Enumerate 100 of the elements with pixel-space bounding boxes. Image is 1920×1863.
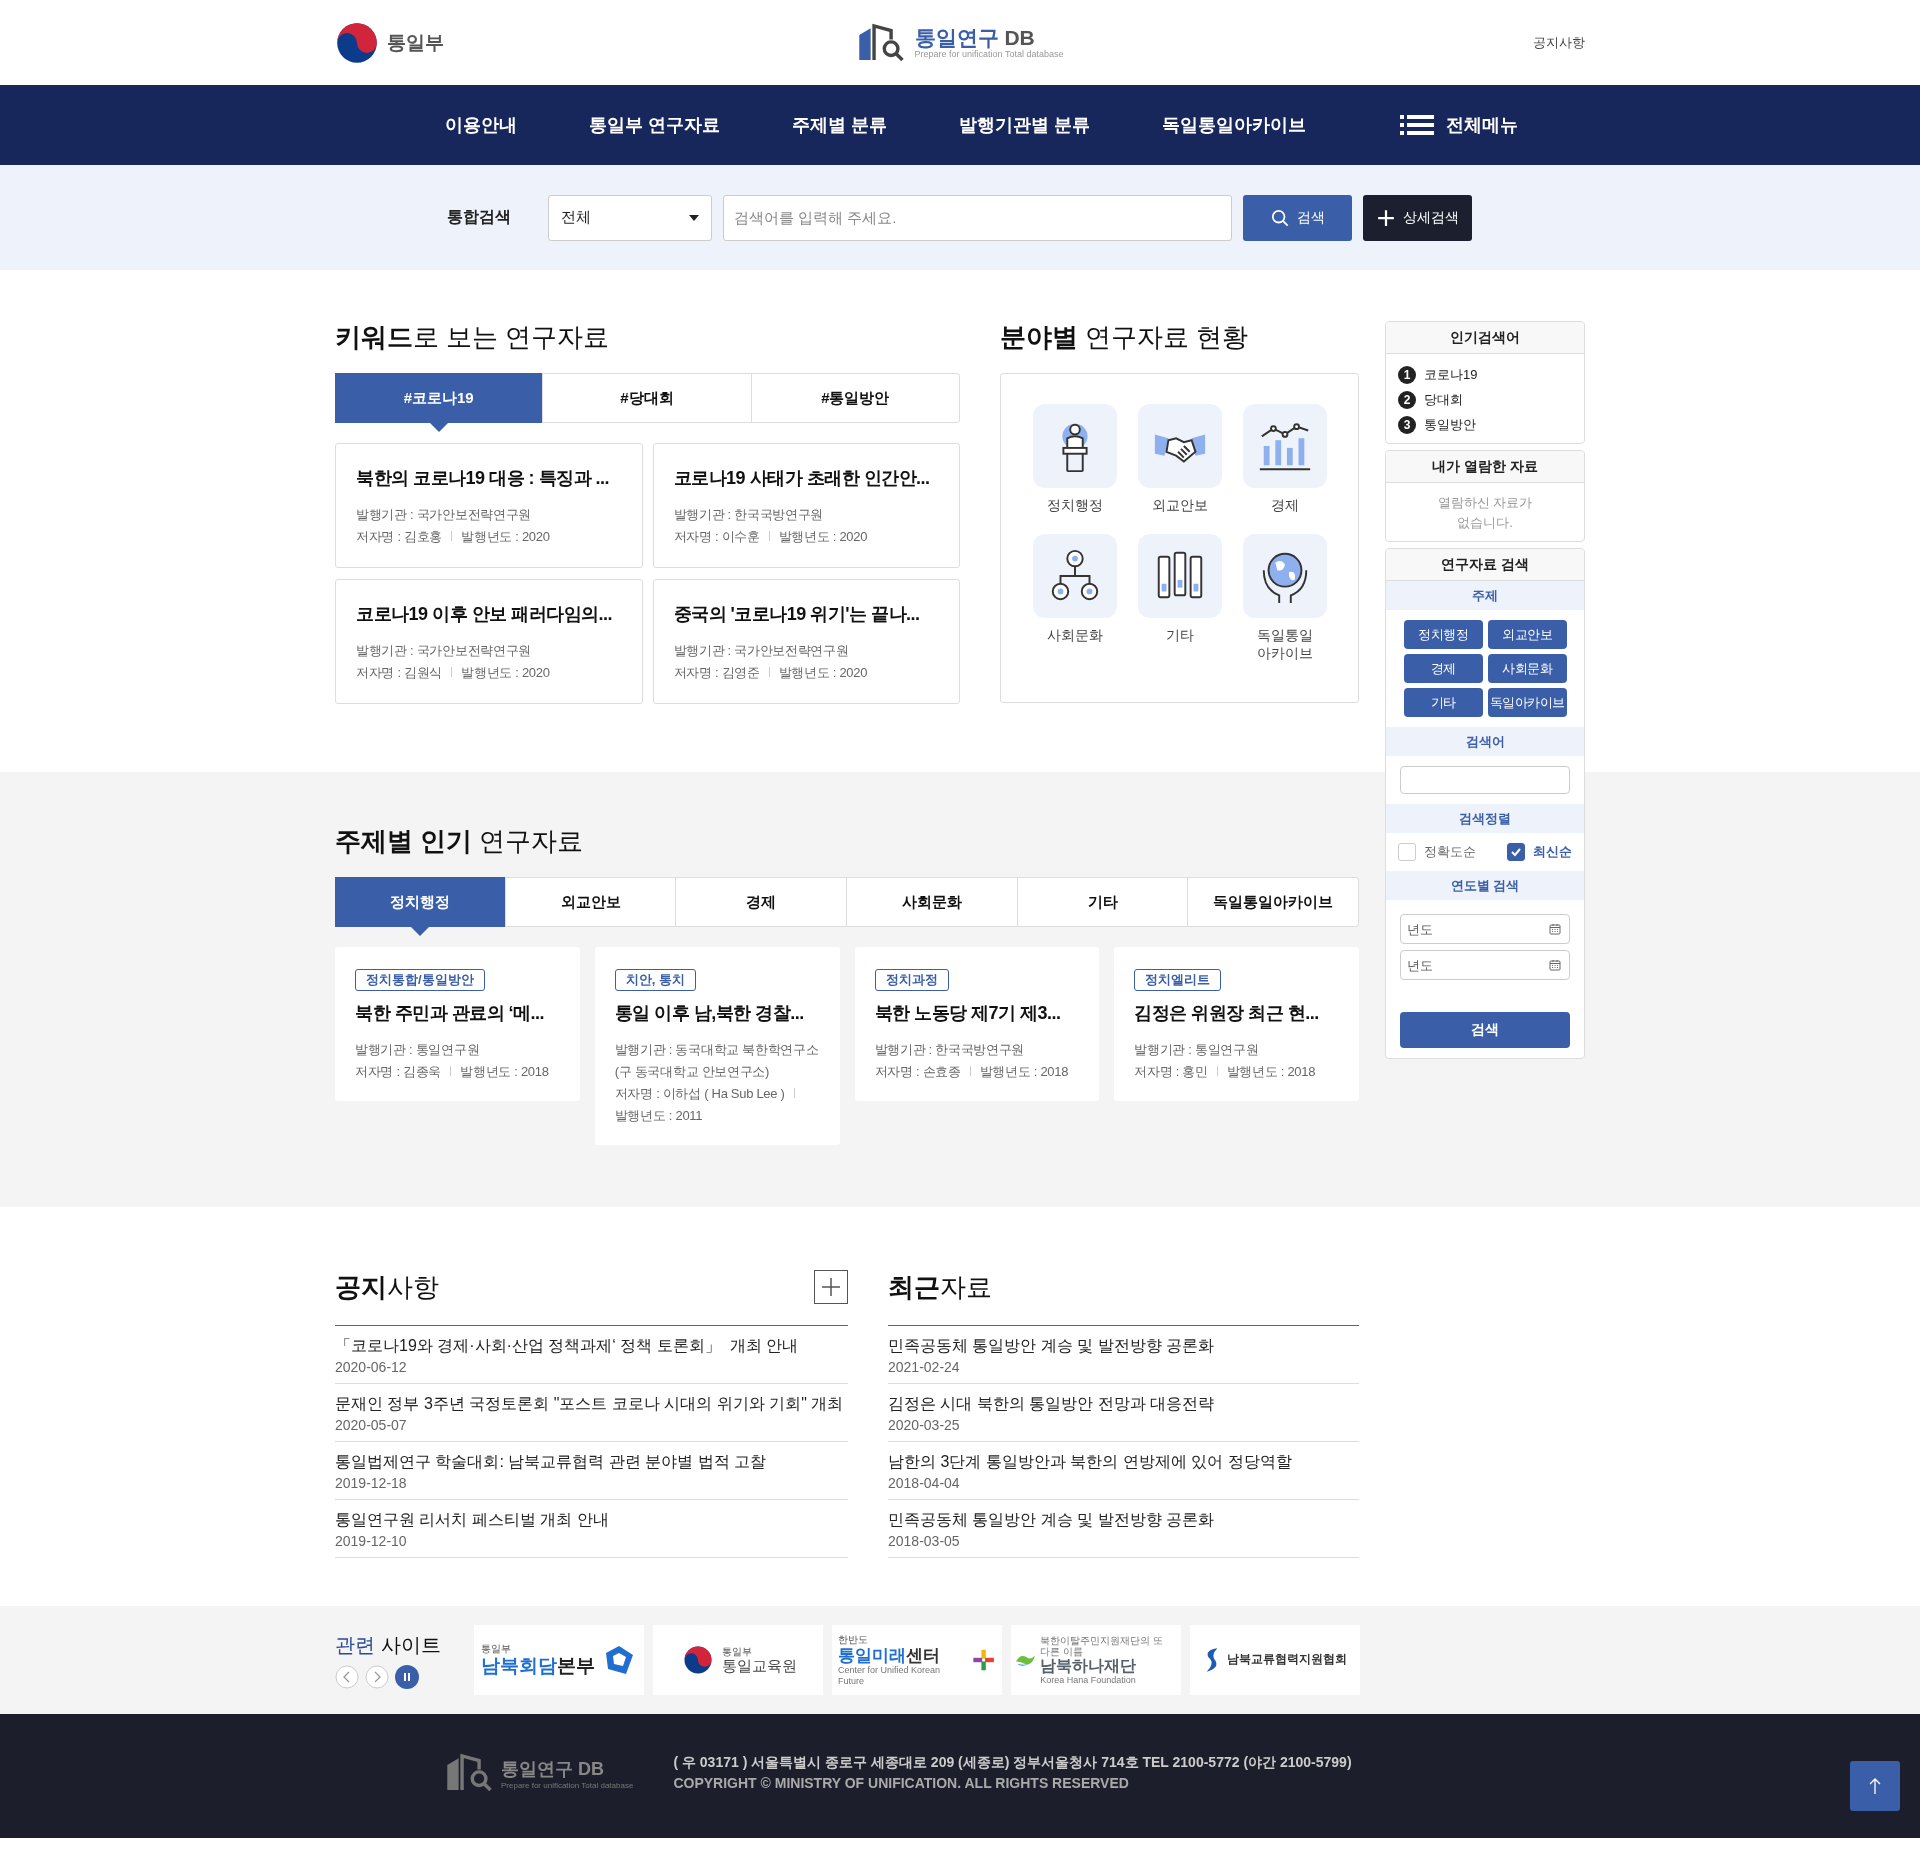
topic-tab[interactable]: 외교안보 bbox=[504, 878, 676, 926]
plus-icon[interactable] bbox=[814, 1270, 848, 1304]
research-card[interactable]: 코로나19 이후 안보 패러다임의... 발행기관 : 국가안보전략연구원 저자명 : 김원식 발행년도 : 2020 bbox=[335, 579, 643, 704]
field-label[interactable]: 기타 bbox=[1144, 626, 1215, 644]
site-caption: 통일부 bbox=[481, 1643, 512, 1655]
site-caption: Korea Hana Foundation bbox=[1040, 1675, 1137, 1686]
advanced-search-button[interactable]: 상세검색 bbox=[1363, 194, 1472, 241]
keyword-link[interactable]: 통일방안 bbox=[1424, 415, 1476, 434]
search-field[interactable]: 검색어를 입력해 주세요. bbox=[723, 194, 1232, 241]
field-label[interactable]: 독일통일 아카이브 bbox=[1249, 626, 1320, 662]
related-site-banner[interactable]: 통일부 남북회담본부 bbox=[474, 1625, 644, 1695]
topic-button[interactable]: 사회문화 bbox=[1487, 654, 1567, 683]
notice-date: 2020-05-07 bbox=[335, 1417, 408, 1433]
site-title: 통일연구 DB bbox=[501, 1757, 605, 1781]
keyword-link[interactable]: 당대회 bbox=[1424, 390, 1463, 409]
sort-label[interactable]: 최신순 bbox=[1533, 843, 1572, 861]
panel-title: 연구자료 검색 bbox=[1386, 549, 1584, 581]
notice-title[interactable]: 통일법제연구 학술대회: 남북교류협력 관련 분야별 법적 고찰 bbox=[335, 1452, 848, 1473]
topic-tab[interactable]: 사회문화 bbox=[846, 878, 1017, 926]
pause-icon[interactable] bbox=[395, 1664, 419, 1689]
topic-tab[interactable]: 독일통일아카이브 bbox=[1187, 878, 1359, 926]
rank-number: 2 bbox=[1398, 390, 1416, 409]
search-icon bbox=[1270, 208, 1289, 227]
nav-item[interactable]: 독일통일아카이브 bbox=[1162, 113, 1307, 137]
author-text: 저자명 : 이하섭 ( Ha Sub Lee ) bbox=[614, 1086, 785, 1101]
emblem-icon bbox=[335, 20, 379, 65]
document-title[interactable]: 민족공동체 통일방안 계승 및 발전방향 공론화 bbox=[888, 1336, 1359, 1357]
all-menu-link[interactable]: 전체메뉴 bbox=[1446, 113, 1519, 137]
ministry-name[interactable]: 통일부 bbox=[387, 29, 444, 56]
research-card[interactable]: 정치과정 북한 노동당 제7기 제3... 발행기관 : 한국국방연구원 저자명 : 손효종 발행년도 : 2018 bbox=[854, 947, 1100, 1101]
scope-dropdown[interactable]: 전체 bbox=[548, 194, 712, 241]
pointer-icon bbox=[410, 927, 429, 936]
research-card[interactable]: 정치엘리트 김정은 위원장 최근 현... 발행기관 : 통일연구원 저자명 : 홍민 발행년도 : 2018 bbox=[1114, 947, 1359, 1101]
keyword-link[interactable]: 코로나19 bbox=[1424, 365, 1478, 384]
nav-item[interactable]: 발행기관별 분류 bbox=[959, 113, 1091, 137]
topic-button[interactable]: 외교안보 bbox=[1487, 620, 1567, 649]
topic-tab[interactable]: 경제 bbox=[675, 878, 846, 926]
category-tag: 정치통합/통일방안 bbox=[355, 969, 485, 991]
document-title[interactable]: 민족공동체 통일방안 계승 및 발전방향 공론화 bbox=[888, 1510, 1359, 1531]
sort-label[interactable]: 정확도순 bbox=[1424, 843, 1476, 861]
related-site-banner[interactable]: 북한이탈주민지원재단의 또 다른 이름 남북하나재단 Korea Hana Foundation bbox=[1011, 1625, 1181, 1695]
panel-title: 내가 열람한 자료 bbox=[1386, 451, 1584, 483]
document-date: 2018-03-05 bbox=[888, 1533, 961, 1549]
nav-item[interactable]: 이용안내 bbox=[445, 113, 517, 137]
card-title: 코로나19 사태가 초래한 인간안... bbox=[673, 467, 931, 490]
site-title[interactable]: 통일연구 DB bbox=[914, 25, 1064, 50]
research-card[interactable]: 중국의 '코로나19 위기'는 끝나... 발행기관 : 국가안보전략연구원 저자명 : 김영준 발행년도 : 2020 bbox=[652, 579, 960, 704]
related-site-banner[interactable]: 통일부 통일교육원 bbox=[653, 1625, 823, 1695]
search-button[interactable]: 검색 bbox=[1243, 194, 1352, 241]
field-tile[interactable] bbox=[1032, 404, 1117, 488]
section-title: 키워드로 보는 연구자료 bbox=[335, 321, 611, 354]
notice-link[interactable]: 공지사항 bbox=[1385, 33, 1585, 52]
field-tile[interactable] bbox=[1242, 534, 1327, 618]
topic-button[interactable]: 독일아카이브 bbox=[1487, 688, 1567, 717]
nav-item[interactable]: 통일부 연구자료 bbox=[589, 113, 720, 137]
search-button[interactable]: 검색 bbox=[1400, 1012, 1570, 1048]
topic-button[interactable]: 기타 bbox=[1403, 688, 1483, 717]
year-field[interactable]: 년도 bbox=[1400, 914, 1570, 944]
year-text: 발행년도 : 2020 bbox=[778, 665, 868, 680]
field-label[interactable]: 경제 bbox=[1249, 496, 1320, 514]
notice-date: 2020-06-12 bbox=[335, 1359, 408, 1375]
rank-number: 1 bbox=[1398, 365, 1416, 384]
field-tile[interactable] bbox=[1242, 404, 1327, 488]
keyword-tab[interactable]: #통일방안 bbox=[750, 374, 959, 422]
notice-title[interactable]: 통일연구원 리서치 페스티벌 개최 안내 bbox=[335, 1510, 848, 1531]
field-tile[interactable] bbox=[1032, 534, 1117, 618]
topic-tab[interactable]: 기타 bbox=[1016, 878, 1188, 926]
keyword-field[interactable] bbox=[1400, 766, 1570, 794]
notice-title[interactable]: 문재인 정부 3주년 국정토론회 "포스트 코로나 시대의 위기와 기회" 개최 bbox=[335, 1394, 848, 1415]
site-caption: 북한이탈주민지원재단의 또 다른 이름 bbox=[1040, 1634, 1164, 1657]
site-subtitle: Prepare for unification Total database bbox=[501, 1780, 634, 1790]
topic-button[interactable]: 경제 bbox=[1403, 654, 1483, 683]
keyword-tab[interactable]: #당대회 bbox=[542, 374, 751, 422]
year-field[interactable]: 년도 bbox=[1400, 950, 1570, 980]
research-card[interactable]: 북한의 코로나19 대응 : 특징과 ... 발행기관 : 국가안보전략연구원 저자명 : 김호홍 발행년도 : 2020 bbox=[335, 443, 643, 568]
notice-title[interactable]: 「코로나19와 경제·사회·산업 정책과제‘ 정책 토론회」 개최 안내 bbox=[335, 1336, 848, 1357]
site-name: 통일미래센터 bbox=[838, 1645, 941, 1666]
card-title: 통일 이후 남,북한 경찰... bbox=[614, 1002, 805, 1025]
document-date: 2018-04-04 bbox=[888, 1475, 961, 1491]
related-site-banner[interactable]: 남북교류협력지원협회 bbox=[1190, 1625, 1360, 1695]
group-label: 검색정렬 bbox=[1386, 804, 1584, 833]
calendar-icon[interactable] bbox=[1549, 959, 1561, 971]
field-tile[interactable] bbox=[1137, 404, 1222, 488]
year-text: 발행년도 : 2018 bbox=[1226, 1064, 1316, 1079]
calendar-icon[interactable] bbox=[1549, 923, 1561, 935]
field-label[interactable]: 정치행정 bbox=[1039, 496, 1110, 514]
document-title[interactable]: 김정은 시대 북한의 통일방안 전망과 대응전략 bbox=[888, 1394, 1359, 1415]
field-label[interactable]: 사회문화 bbox=[1039, 626, 1110, 644]
related-site-banner[interactable]: 한반도 통일미래센터 Center for Unified Korean Future bbox=[832, 1625, 1002, 1695]
topic-button[interactable]: 정치행정 bbox=[1403, 620, 1483, 649]
field-label[interactable]: 외교안보 bbox=[1144, 496, 1215, 514]
nav-item[interactable]: 주제별 분류 bbox=[792, 113, 888, 137]
research-card[interactable]: 코로나19 사태가 초래한 인간안... 발행기관 : 한국국방연구원 저자명 : 이수훈 발행년도 : 2020 bbox=[652, 443, 960, 568]
research-card[interactable]: 치안, 통치 통일 이후 남,북한 경찰... 발행기관 : 동국대학교 북한학연구소(구 동국대학교 안보연구소) 저자명 : 이하섭 ( Ha Sub Lee ) 발행년도 : 2011 bbox=[594, 947, 840, 1145]
research-card[interactable]: 정치통합/통일방안 북한 주민과 관료의 ‘메... 발행기관 : 통일연구원 저자명 : 김종욱 발행년도 : 2018 bbox=[335, 947, 580, 1101]
menu-icon[interactable] bbox=[1400, 115, 1435, 135]
field-tile[interactable] bbox=[1137, 534, 1222, 618]
author-text: 저자명 : 이수훈 bbox=[673, 529, 760, 544]
document-title[interactable]: 남한의 3단계 통일방안과 북한의 연방제에 있어 정당역할 bbox=[888, 1452, 1359, 1473]
sort-checkbox[interactable] bbox=[1507, 843, 1525, 861]
